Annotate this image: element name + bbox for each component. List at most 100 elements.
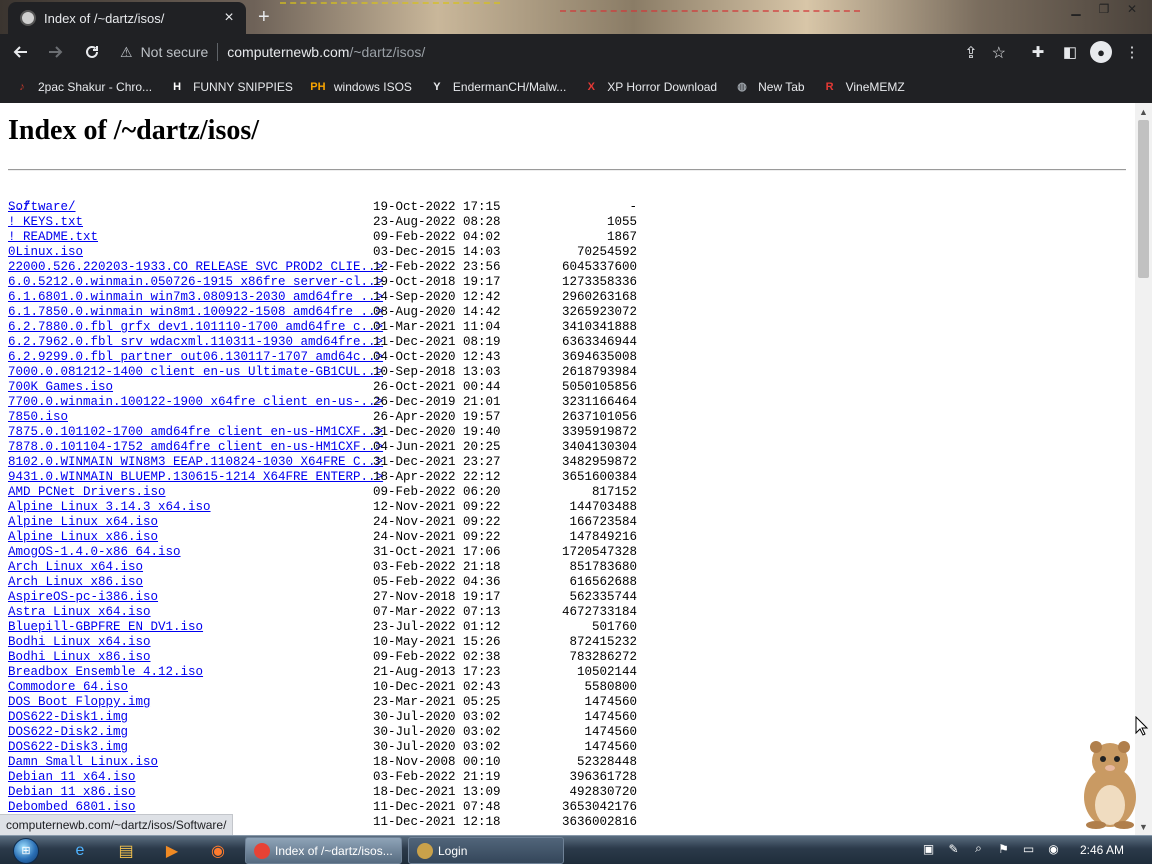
back-arrow-icon	[13, 46, 27, 58]
extensions-icon[interactable]: ✚	[1026, 38, 1050, 66]
file-link[interactable]: Alpine Linux x86.iso	[8, 530, 158, 545]
file-date: 07-Mar-2022 07:13	[373, 605, 501, 619]
file-link[interactable]: Debian 11 x64.iso	[8, 770, 136, 785]
bookmark-item[interactable]: R VineMEMZ	[822, 79, 905, 95]
file-link[interactable]: Debian 11 x86.iso	[8, 785, 136, 800]
file-size: 396361728	[569, 770, 637, 784]
monitor-tray-icon[interactable]: ▭	[1020, 840, 1037, 857]
file-link[interactable]: ! KEYS.txt	[8, 215, 83, 230]
profile-avatar-icon[interactable]: ●	[1090, 41, 1112, 63]
scroll-up-icon[interactable]: ▲	[1135, 103, 1152, 120]
file-link[interactable]: Alpine Linux x64.iso	[8, 515, 158, 530]
file-link[interactable]: Arch Linux x64.iso	[8, 560, 143, 575]
pen-tray-icon[interactable]: ✎	[945, 840, 962, 857]
file-link[interactable]: DOS622-Disk2.img	[8, 725, 128, 740]
file-link[interactable]: Bodhi Linux x64.iso	[8, 635, 151, 650]
forward-button[interactable]	[40, 36, 72, 68]
url-host[interactable]: computernewb.com	[227, 44, 349, 60]
maximize-icon[interactable]: ❐	[1090, 0, 1118, 18]
file-link[interactable]: Arch Linux x86.iso	[8, 575, 143, 590]
bookmark-item[interactable]: Y EndermanCH/Malw...	[429, 79, 566, 95]
file-date: 19-Oct-2018 19:17	[373, 275, 501, 289]
file-link[interactable]: 7700.0.winmain.100122-1900_x64fre_client…	[8, 395, 383, 410]
scrollbar-thumb[interactable]	[1138, 120, 1149, 278]
file-link[interactable]: Commodore 64.iso	[8, 680, 128, 695]
file-link[interactable]: 0Linux.iso	[8, 245, 83, 260]
warning-icon[interactable]: ⚠	[120, 44, 133, 61]
network-tray-icon[interactable]: ▣	[920, 840, 937, 857]
start-button[interactable]: ⊞	[6, 837, 46, 864]
file-link[interactable]: 7850.iso	[8, 410, 68, 425]
forward-arrow-icon	[49, 46, 63, 58]
bookmark-item[interactable]: ◍ New Tab	[734, 79, 804, 95]
bookmark-item[interactable]: PH windows ISOS	[310, 79, 412, 95]
close-window-icon[interactable]: ✕	[1118, 0, 1146, 18]
bookmark-item[interactable]: H FUNNY SNIPPIES	[169, 79, 293, 95]
media-player-icon[interactable]: ▶	[154, 838, 190, 863]
file-link[interactable]: 6.1.6801.0.winmain_win7m3.080913-2030_am…	[8, 290, 383, 305]
taskbar-window-button[interactable]: Login	[408, 837, 564, 864]
file-link[interactable]: ! README.txt	[8, 230, 98, 245]
file-link[interactable]: 6.1.7850.0.winmain_win8m1.100922-1508_am…	[8, 305, 383, 320]
file-date: 12-Feb-2022 23:56	[373, 260, 501, 274]
file-link[interactable]: Bodhi Linux x86.iso	[8, 650, 151, 665]
back-button[interactable]	[4, 36, 36, 68]
bookmark-star-icon[interactable]: ☆	[992, 43, 1006, 63]
file-link[interactable]: DOS622-Disk3.img	[8, 740, 128, 755]
ie-icon[interactable]: e	[62, 838, 98, 863]
file-link[interactable]: 7878.0.101104-1752_amd64fre_client_en-us…	[8, 440, 383, 455]
taskbar-window-button[interactable]: Index of /~dartz/isos...	[245, 837, 402, 864]
file-size: 3395919872	[561, 425, 637, 439]
reload-icon	[86, 45, 98, 58]
bookmark-item[interactable]: ♪ 2pac Shakur - Chro...	[14, 79, 152, 95]
x-icon: X	[587, 80, 595, 93]
h-icon: H	[173, 80, 182, 93]
file-link[interactable]: 700K Games.iso	[8, 380, 113, 395]
file-link[interactable]: 6.2.7962.0.fbl_srv_wdacxml.110311-1930_a…	[8, 335, 383, 350]
browser-tab-active[interactable]: Index of /~dartz/isos/ ×	[8, 2, 246, 34]
menu-kebab-icon[interactable]: ⋮	[1120, 38, 1144, 66]
file-row: 6.0.5212.0.winmain.050726-1915_x86fre_se…	[8, 275, 648, 290]
file-size: 52328448	[576, 755, 637, 769]
volume-tray-icon[interactable]: ◉	[1045, 840, 1062, 857]
search-tray-icon[interactable]: ⌕	[970, 840, 987, 857]
share-icon[interactable]: ⇪	[964, 43, 977, 63]
file-link[interactable]: DOS Boot Floppy.img	[8, 695, 151, 710]
address-bar[interactable]: ⚠ Not secure computernewb.com/~dartz/iso…	[108, 38, 1018, 66]
firefox-icon[interactable]: ◉	[200, 838, 236, 863]
side-panel-icon[interactable]: ◧	[1058, 38, 1082, 66]
file-link[interactable]: 9431.0.WINMAIN_BLUEMP.130615-1214_X64FRE…	[8, 470, 383, 485]
file-link[interactable]: AMD PCNet Drivers.iso	[8, 485, 166, 500]
file-link[interactable]: Astra Linux x64.iso	[8, 605, 151, 620]
file-link[interactable]: AspireOS-pc-i386.iso	[8, 590, 158, 605]
file-date: 26-Oct-2021 00:44	[373, 380, 501, 394]
file-link[interactable]: 7000.0.081212-1400_client_en-us_Ultimate…	[8, 365, 383, 380]
file-link[interactable]: Breadbox Ensemble 4.12.iso	[8, 665, 203, 680]
file-link[interactable]: 7875.0.101102-1700_amd64fre_client_en-us…	[8, 425, 383, 440]
file-link[interactable]: 22000.526.220203-1933.CO_RELEASE_SVC_PRO…	[8, 260, 383, 275]
minimize-icon[interactable]: ▁	[1062, 0, 1090, 18]
file-link[interactable]: 6.0.5212.0.winmain.050726-1915_x86fre_se…	[8, 275, 383, 290]
clock[interactable]: 2:46 AM	[1080, 843, 1124, 857]
security-label[interactable]: Not secure	[141, 44, 209, 60]
file-link[interactable]: 8102.0.WINMAIN_WIN8M3_EEAP.110824-1030_X…	[8, 455, 383, 470]
tab-close-icon[interactable]: ×	[220, 9, 238, 27]
file-date: 31-Dec-2020 19:40	[373, 425, 501, 439]
file-row: Astra Linux x64.iso 07-Mar-2022 07:13 4672…	[8, 605, 648, 620]
new-tab-button[interactable]: +	[258, 6, 270, 29]
url-path[interactable]: /~dartz/isos/	[349, 44, 425, 60]
bookmark-item[interactable]: X XP Horror Download	[583, 79, 718, 95]
file-link[interactable]: Bluepill-GBPFRE_EN_DV1.iso	[8, 620, 203, 635]
file-link[interactable]: Software/	[8, 200, 76, 215]
reload-button[interactable]	[76, 36, 108, 68]
file-link[interactable]: AmogOS-1.4.0-x86_64.iso	[8, 545, 181, 560]
file-link[interactable]: Debombed 6801.iso	[8, 800, 136, 815]
flag-tray-icon[interactable]: ⚑	[995, 840, 1012, 857]
tab-strip: Index of /~dartz/isos/ × + ▁ ❐ ✕	[0, 0, 1152, 34]
explorer-icon[interactable]: ▤	[108, 838, 144, 863]
file-link[interactable]: DOS622-Disk1.img	[8, 710, 128, 725]
file-link[interactable]: Alpine Linux 3.14.3 x64.iso	[8, 500, 211, 515]
file-link[interactable]: 6.2.7880.0.fbl_grfx_dev1.101110-1700_amd…	[8, 320, 383, 335]
file-link[interactable]: 6.2.9299.0.fbl_partner_out06.130117-1707…	[8, 350, 383, 365]
file-link[interactable]: Damn Small Linux.iso	[8, 755, 158, 770]
